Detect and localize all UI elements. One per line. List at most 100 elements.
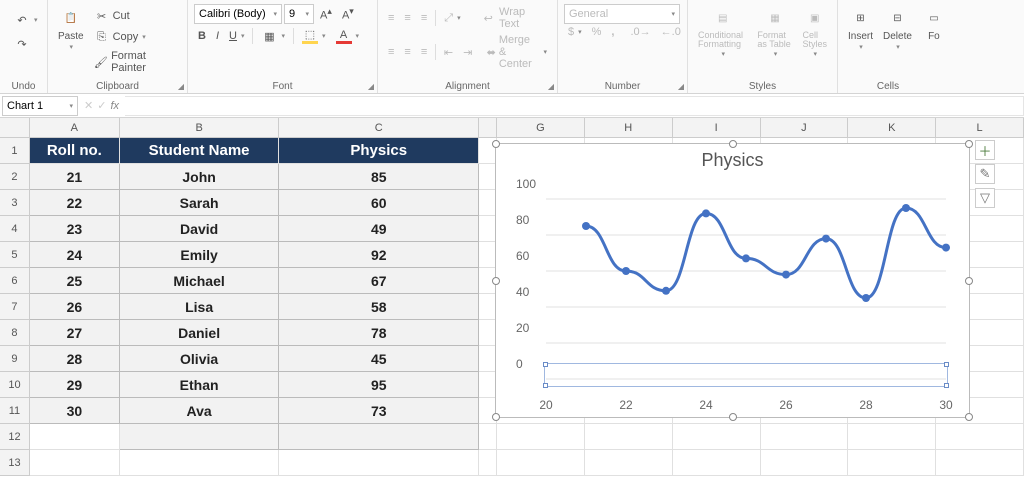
cell[interactable]: 25: [30, 268, 120, 294]
align-top-button[interactable]: ≡: [384, 10, 398, 26]
cell[interactable]: 45: [279, 346, 479, 372]
dialog-launcher-icon[interactable]: ◢: [368, 82, 374, 91]
cell[interactable]: Daniel: [120, 320, 280, 346]
resize-handle[interactable]: [492, 140, 500, 148]
align-left-button[interactable]: ≡: [384, 44, 398, 60]
cell[interactable]: [585, 450, 673, 476]
chart-styles-button[interactable]: ✎: [975, 164, 995, 184]
col-header-B[interactable]: B: [120, 118, 280, 137]
bold-button[interactable]: B: [194, 28, 210, 44]
dialog-launcher-icon[interactable]: ◢: [178, 82, 184, 91]
cell[interactable]: Olivia: [120, 346, 280, 372]
cell[interactable]: 92: [279, 242, 479, 268]
cell[interactable]: 95: [279, 372, 479, 398]
cell[interactable]: 85: [279, 164, 479, 190]
dialog-launcher-icon[interactable]: ◢: [548, 82, 554, 91]
enter-formula-icon[interactable]: ✓: [97, 99, 106, 112]
dialog-launcher-icon[interactable]: ◢: [678, 82, 684, 91]
cell[interactable]: [673, 450, 761, 476]
format-cells-button[interactable]: ▭Fo: [918, 4, 950, 53]
cell[interactable]: 28: [30, 346, 120, 372]
format-painter-button[interactable]: 🖌Format Painter: [90, 48, 181, 76]
cell[interactable]: 23: [30, 216, 120, 242]
format-as-table-button[interactable]: ▦Format as Table▾: [753, 4, 796, 60]
font-size-select[interactable]: 9▾: [284, 4, 314, 24]
increase-decimal-button[interactable]: .0→: [626, 24, 654, 40]
cell[interactable]: Michael: [120, 268, 280, 294]
resize-handle[interactable]: [492, 277, 500, 285]
chart-plot-area[interactable]: 020406080100 202224262830: [546, 184, 946, 394]
cell[interactable]: [279, 424, 479, 450]
cell[interactable]: 30: [30, 398, 120, 424]
cancel-formula-icon[interactable]: ✕: [84, 99, 93, 112]
cell[interactable]: 21: [30, 164, 120, 190]
cell[interactable]: Ava: [120, 398, 280, 424]
row-header[interactable]: 5: [0, 242, 30, 268]
cell[interactable]: [479, 450, 497, 476]
row-header[interactable]: 6: [0, 268, 30, 294]
orientation-button[interactable]: ⤢▾: [440, 10, 464, 27]
cell[interactable]: David: [120, 216, 280, 242]
resize-handle[interactable]: [729, 413, 737, 421]
row-header[interactable]: 7: [0, 294, 30, 320]
increase-indent-button[interactable]: ⇥: [459, 44, 476, 61]
col-header-L[interactable]: L: [936, 118, 1024, 137]
cell[interactable]: Lisa: [120, 294, 280, 320]
cell[interactable]: [479, 424, 497, 450]
cell[interactable]: [761, 450, 849, 476]
redo-button[interactable]: ↷: [10, 34, 34, 54]
chart-filters-button[interactable]: ▽: [975, 188, 995, 208]
font-name-select[interactable]: Calibri (Body)▾: [194, 4, 282, 24]
borders-button[interactable]: ▦▾: [257, 26, 289, 46]
cell[interactable]: 58: [279, 294, 479, 320]
col-header-I[interactable]: I: [673, 118, 761, 137]
chart-title[interactable]: Physics: [496, 144, 969, 173]
row-header[interactable]: 12: [0, 424, 30, 450]
align-middle-button[interactable]: ≡: [400, 10, 414, 26]
cell[interactable]: Ethan: [120, 372, 280, 398]
copy-button[interactable]: ⎘Copy▾: [90, 27, 181, 47]
cell[interactable]: Roll no.: [30, 138, 120, 164]
resize-handle[interactable]: [965, 140, 973, 148]
cell[interactable]: [761, 424, 849, 450]
col-header-C[interactable]: C: [279, 118, 479, 137]
col-header-A[interactable]: A: [30, 118, 120, 137]
resize-handle[interactable]: [492, 413, 500, 421]
col-header-J[interactable]: J: [761, 118, 849, 137]
cell[interactable]: Emily: [120, 242, 280, 268]
col-header-K[interactable]: K: [848, 118, 936, 137]
row-header[interactable]: 4: [0, 216, 30, 242]
cut-button[interactable]: ✂Cut: [90, 6, 181, 26]
decrease-font-button[interactable]: A▾: [338, 4, 358, 24]
conditional-formatting-button[interactable]: ▤Conditional Formatting▾: [694, 4, 751, 60]
italic-button[interactable]: I: [212, 28, 223, 44]
decrease-decimal-button[interactable]: ←.0: [657, 24, 685, 40]
undo-button[interactable]: ↶▾: [10, 10, 42, 30]
cell[interactable]: [279, 450, 479, 476]
insert-cells-button[interactable]: ⊞Insert▾: [844, 4, 877, 53]
percent-format-button[interactable]: %: [588, 24, 606, 40]
cell[interactable]: 49: [279, 216, 479, 242]
cell[interactable]: Sarah: [120, 190, 280, 216]
cell[interactable]: 27: [30, 320, 120, 346]
cell[interactable]: [30, 450, 120, 476]
underline-button[interactable]: U▾: [225, 28, 248, 44]
cell[interactable]: [30, 424, 120, 450]
col-header-G[interactable]: G: [497, 118, 585, 137]
cell[interactable]: Student Name: [120, 138, 280, 164]
cell[interactable]: [936, 424, 1024, 450]
font-color-button[interactable]: A▾: [332, 26, 364, 46]
accounting-format-button[interactable]: $▾: [564, 24, 586, 40]
cell[interactable]: [120, 450, 280, 476]
resize-handle[interactable]: [965, 277, 973, 285]
row-header[interactable]: 11: [0, 398, 30, 424]
select-all-corner[interactable]: [0, 118, 30, 137]
row-header[interactable]: 9: [0, 346, 30, 372]
align-center-button[interactable]: ≡: [400, 44, 414, 60]
decrease-indent-button[interactable]: ⇤: [440, 44, 457, 61]
align-bottom-button[interactable]: ≡: [417, 10, 431, 26]
number-format-select[interactable]: General▾: [564, 4, 680, 24]
row-header[interactable]: 8: [0, 320, 30, 346]
row-header[interactable]: 2: [0, 164, 30, 190]
cell[interactable]: [848, 450, 936, 476]
